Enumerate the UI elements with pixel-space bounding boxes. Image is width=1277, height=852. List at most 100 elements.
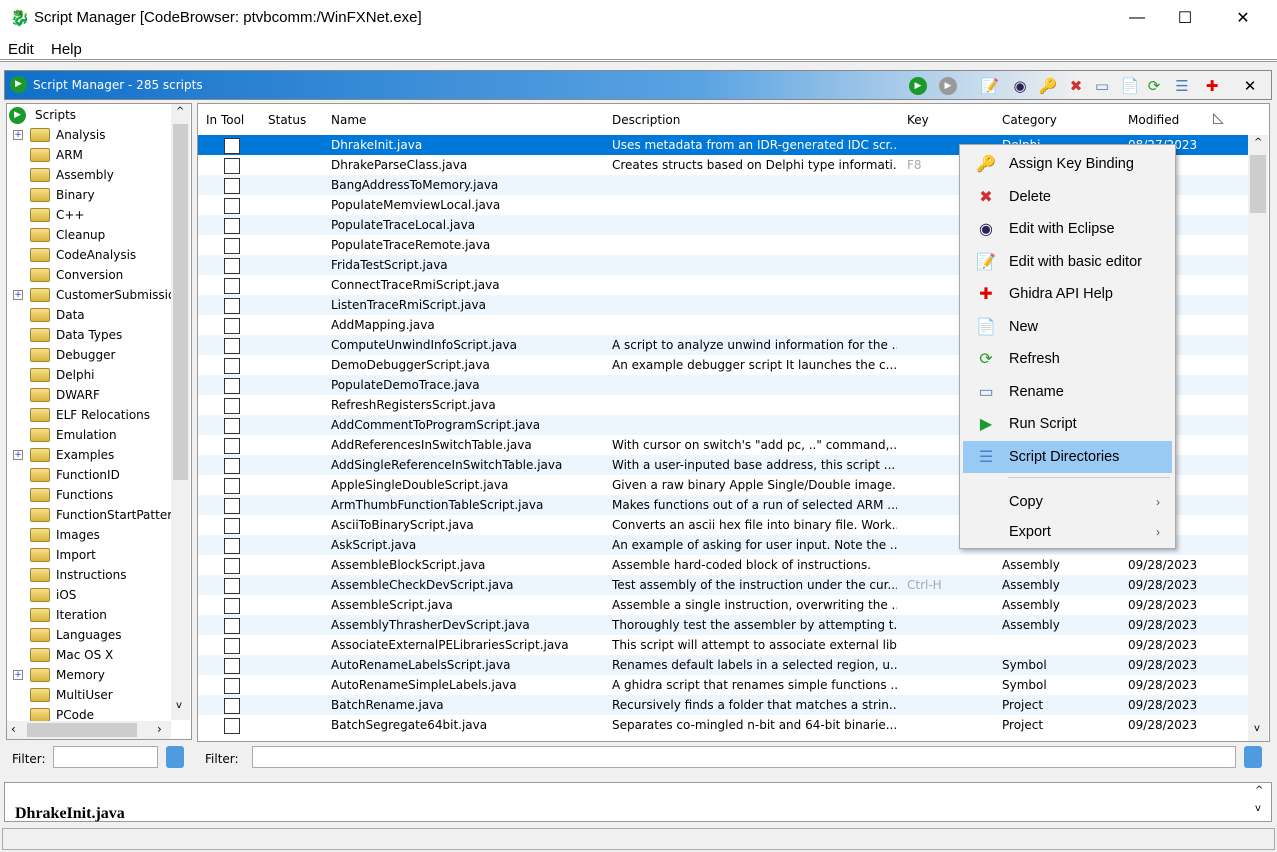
scroll-up-icon[interactable]: ^ xyxy=(1254,137,1262,148)
menu-item-assign-key-binding[interactable]: 🔑 Assign Key Binding xyxy=(963,148,1172,180)
column-chooser-icon[interactable]: ◺ xyxy=(1213,110,1224,126)
tree-item[interactable]: Memory xyxy=(30,665,105,685)
tree-item[interactable]: Assembly xyxy=(30,165,114,185)
tree-item[interactable]: ARM xyxy=(30,145,83,165)
tree-item[interactable]: Emulation xyxy=(30,425,117,445)
menu-item-copy[interactable]: Copy › xyxy=(963,486,1172,518)
in-tool-checkbox[interactable] xyxy=(224,478,240,494)
in-tool-checkbox[interactable] xyxy=(224,418,240,434)
in-tool-checkbox[interactable] xyxy=(224,218,240,234)
tree-filter-input[interactable] xyxy=(53,746,158,768)
scroll-up-icon[interactable]: ^ xyxy=(176,106,184,117)
script-category-tree[interactable]: ▶ Scripts + Analysis ARM Assembly Binary C++ Cle… xyxy=(6,103,192,740)
table-row[interactable]: AssemblyThrasherDevScript.java Thoroughly… xyxy=(198,615,1248,635)
tree-item[interactable]: FunctionStartPatterns xyxy=(30,505,186,525)
menu-item-edit-with-basic-editor[interactable]: 📝 Edit with basic editor xyxy=(963,246,1172,278)
column-name[interactable]: Name xyxy=(331,113,366,127)
in-tool-checkbox[interactable] xyxy=(224,318,240,334)
menu-edit[interactable]: Edit xyxy=(8,41,34,58)
in-tool-checkbox[interactable] xyxy=(224,138,240,154)
tree-item[interactable]: MultiUser xyxy=(30,685,113,705)
column-modified[interactable]: Modified xyxy=(1128,113,1179,127)
table-row[interactable]: AssembleScript.java Assemble a single ins… xyxy=(198,595,1248,615)
run-toolbar-button[interactable]: ▶ xyxy=(907,75,929,97)
tree-item[interactable]: iOS xyxy=(30,585,76,605)
column-in-tool[interactable]: In Tool xyxy=(206,113,244,127)
in-tool-checkbox[interactable] xyxy=(224,338,240,354)
tree-item[interactable]: Conversion xyxy=(30,265,123,285)
table-scroll-thumb[interactable] xyxy=(1250,155,1266,213)
tree-item[interactable]: DWARF xyxy=(30,385,100,405)
new-toolbar-button[interactable]: 📄 xyxy=(1119,75,1141,97)
tree-item[interactable]: Analysis xyxy=(30,125,105,145)
in-tool-checkbox[interactable] xyxy=(224,278,240,294)
menu-item-rename[interactable]: ▭ Rename xyxy=(963,376,1172,408)
expand-icon[interactable]: + xyxy=(13,450,23,460)
table-row[interactable]: AssembleCheckDevScript.java Test assembly… xyxy=(198,575,1248,595)
help-toolbar-button[interactable]: ✚ xyxy=(1201,75,1223,97)
refresh-toolbar-button[interactable]: ⟳ xyxy=(1143,75,1165,97)
in-tool-checkbox[interactable] xyxy=(224,578,240,594)
menu-item-run-script[interactable]: ▶ Run Script xyxy=(963,408,1172,440)
tree-item[interactable]: CodeAnalysis xyxy=(30,245,136,265)
menu-item-edit-with-eclipse[interactable]: ◉ Edit with Eclipse xyxy=(963,213,1172,245)
table-row[interactable]: BatchRename.java Recursively finds a fold… xyxy=(198,695,1248,715)
in-tool-checkbox[interactable] xyxy=(224,158,240,174)
in-tool-checkbox[interactable] xyxy=(224,698,240,714)
scroll-up-icon[interactable]: ^ xyxy=(1255,785,1263,796)
menu-help[interactable]: Help xyxy=(51,41,82,58)
tree-root-scripts[interactable]: ▶ Scripts xyxy=(9,105,76,125)
tree-item[interactable]: Instructions xyxy=(30,565,126,585)
table-row[interactable]: AssociateExternalPELibrariesScript.java T… xyxy=(198,635,1248,655)
menu-item-ghidra-api-help[interactable]: ✚ Ghidra API Help xyxy=(963,278,1172,310)
tree-item[interactable]: Functions xyxy=(30,485,113,505)
expand-icon[interactable]: + xyxy=(13,670,23,680)
in-tool-checkbox[interactable] xyxy=(224,398,240,414)
tree-item[interactable]: Delphi xyxy=(30,365,95,385)
expand-icon[interactable]: + xyxy=(13,130,23,140)
in-tool-checkbox[interactable] xyxy=(224,258,240,274)
script-directories-toolbar-button[interactable]: ☰ xyxy=(1171,75,1193,97)
in-tool-checkbox[interactable] xyxy=(224,618,240,634)
column-key[interactable]: Key xyxy=(907,113,929,127)
menu-item-new[interactable]: 📄 New xyxy=(963,311,1172,343)
column-description[interactable]: Description xyxy=(612,113,680,127)
tree-item[interactable]: Images xyxy=(30,525,100,545)
tree-hscroll-thumb[interactable] xyxy=(27,723,137,737)
eclipse-toolbar-button[interactable]: ◉ xyxy=(1009,75,1031,97)
in-tool-checkbox[interactable] xyxy=(224,678,240,694)
in-tool-checkbox[interactable] xyxy=(224,518,240,534)
menu-item-delete[interactable]: ✖ Delete xyxy=(963,181,1172,213)
tree-item[interactable]: CustomerSubmission xyxy=(30,285,183,305)
key-toolbar-button[interactable]: 🔑 xyxy=(1037,75,1059,97)
tree-item[interactable]: Binary xyxy=(30,185,95,205)
tree-filter-options-icon[interactable] xyxy=(166,746,184,768)
in-tool-checkbox[interactable] xyxy=(224,458,240,474)
in-tool-checkbox[interactable] xyxy=(224,558,240,574)
in-tool-checkbox[interactable] xyxy=(224,538,240,554)
edit-basic-toolbar-button[interactable]: 📝 xyxy=(979,75,1001,97)
run-last-toolbar-button[interactable]: ▶ xyxy=(937,75,959,97)
tree-item[interactable]: Data xyxy=(30,305,85,325)
tree-item[interactable]: Cleanup xyxy=(30,225,105,245)
scroll-down-icon[interactable]: v xyxy=(1255,803,1261,814)
close-window-button[interactable]: ✕ xyxy=(1220,0,1266,36)
scroll-down-icon[interactable]: v xyxy=(1254,723,1260,734)
table-row[interactable]: AutoRenameLabelsScript.java Renames defau… xyxy=(198,655,1248,675)
in-tool-checkbox[interactable] xyxy=(224,198,240,214)
in-tool-checkbox[interactable] xyxy=(224,378,240,394)
delete-toolbar-button[interactable]: ✖ xyxy=(1065,75,1087,97)
rename-toolbar-button[interactable]: ▭ xyxy=(1091,75,1113,97)
table-row[interactable]: AutoRenameSimpleLabels.java A ghidra scri… xyxy=(198,675,1248,695)
menu-item-refresh[interactable]: ⟳ Refresh xyxy=(963,343,1172,375)
tree-item[interactable]: C++ xyxy=(30,205,85,225)
tree-item[interactable]: Mac OS X xyxy=(30,645,113,665)
tree-vertical-scrollbar[interactable]: ^ v xyxy=(171,104,190,720)
column-status[interactable]: Status xyxy=(268,113,306,127)
tree-horizontal-scrollbar[interactable]: ‹ › xyxy=(7,721,171,739)
scroll-left-icon[interactable]: ‹ xyxy=(11,722,16,736)
menu-item-export[interactable]: Export › xyxy=(963,516,1172,548)
close-toolbar-button[interactable]: ✕ xyxy=(1239,75,1261,97)
menu-item-script-directories[interactable]: ☰ Script Directories xyxy=(963,440,1172,473)
in-tool-checkbox[interactable] xyxy=(224,178,240,194)
